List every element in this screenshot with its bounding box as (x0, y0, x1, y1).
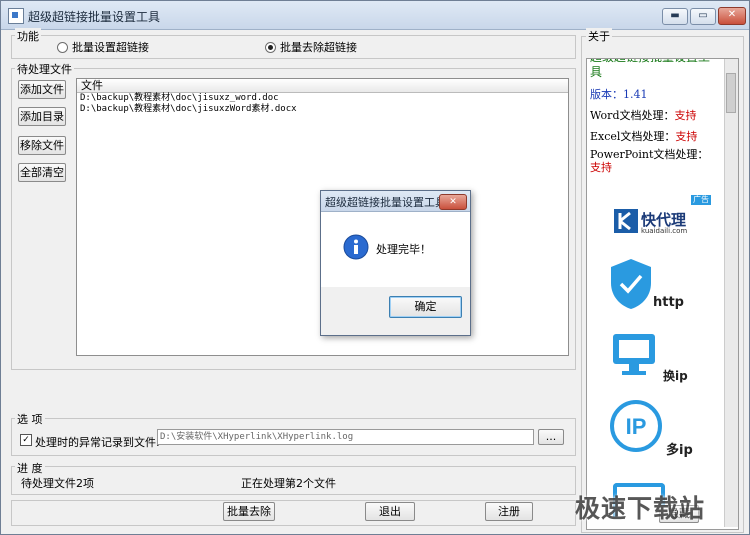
dialog-title-bar[interactable]: 超级超链接批量设置工具 ✕ (321, 191, 470, 212)
ip-circle-icon: IP (610, 400, 662, 452)
exit-button[interactable]: 退出 (365, 502, 415, 521)
main-window: 超级超链接批量设置工具 ▬ ▭ ✕ 功能 批量设置超链接 批量去除超链接 待处理… (0, 0, 750, 535)
excel-support-row: Excel文档处理：支持 (590, 128, 697, 144)
close-button[interactable]: ✕ (718, 7, 746, 25)
radio-set-hyperlink[interactable]: 批量设置超链接 (57, 39, 149, 55)
monitor-icon (613, 334, 655, 375)
add-file-button[interactable]: 添加文件 (18, 80, 66, 99)
remove-file-button[interactable]: 移除文件 (18, 136, 66, 155)
svg-text:IP: IP (626, 414, 647, 439)
excel-support-status: 支持 (675, 130, 698, 143)
dialog-body: 处理完毕！ (321, 212, 470, 287)
ppt-support-label: PowerPoint文档处理： (590, 148, 709, 161)
function-group-label: 功能 (15, 28, 41, 44)
maximize-button[interactable]: ▭ (690, 8, 716, 25)
progress-group-label: 进 度 (15, 460, 45, 476)
log-checkbox-label: 处理时的异常记录到文件: (35, 436, 160, 449)
version-value: 1.41 (623, 88, 648, 101)
completion-dialog: 超级超链接批量设置工具 ✕ 处理完毕！ 确定 (320, 190, 471, 336)
log-path-field[interactable]: D:\安装软件\XHyperlink\XHyperlink.log (157, 429, 534, 445)
about-app-name: 超级超链接批量设置工具 (590, 59, 710, 79)
version-label: 版本： (590, 88, 623, 101)
register-button[interactable]: 注册 (485, 502, 533, 521)
browse-button[interactable]: ... (538, 429, 564, 445)
about-scrollbar[interactable] (724, 59, 738, 527)
batch-remove-button[interactable]: 批量去除 (223, 502, 275, 521)
list-item[interactable]: D:\backup\教程素材\doc\jisuxz_word.doc (77, 93, 568, 104)
minimize-button[interactable]: ▬ (662, 8, 688, 25)
excel-support-label: Excel文档处理： (590, 130, 676, 143)
ppt-support-row: PowerPoint文档处理： 支持 (590, 148, 720, 174)
pending-files-label: 待处理文件 (15, 61, 74, 77)
shield-icon (611, 259, 651, 309)
title-bar[interactable]: 超级超链接批量设置工具 ▬ ▭ ✕ (1, 1, 749, 30)
watermark-text: 极速下载站 (575, 494, 706, 523)
about-panel: 超级超链接批量设置工具 版本：1.41 Word文档处理：支持 Excel文档处… (586, 58, 739, 530)
radio-dot-selected[interactable] (265, 41, 276, 53)
app-icon (8, 8, 24, 24)
kuaidaili-logo-icon (614, 209, 638, 233)
radio-set-hyperlink-label: 批量设置超链接 (72, 41, 149, 54)
ppt-support-status: 支持 (590, 161, 612, 174)
log-checkbox[interactable]: ✓ (20, 434, 32, 446)
ad-tag: 广告 (691, 195, 711, 205)
version-row: 版本：1.41 (590, 86, 648, 102)
ad-domain: kuaidaili.com (641, 227, 688, 235)
ad-label-multi-ip: 多ip (666, 443, 693, 458)
clear-all-button[interactable]: 全部清空 (18, 163, 66, 182)
ad-banner[interactable]: 广告 快代理 kuaidaili.com http 换ip IP 多ip (587, 187, 724, 529)
options-group-label: 选 项 (15, 411, 45, 427)
dialog-message: 处理完毕！ (376, 243, 431, 256)
radio-dot[interactable] (57, 41, 68, 53)
radio-remove-hyperlink[interactable]: 批量去除超链接 (265, 39, 357, 55)
radio-remove-hyperlink-label: 批量去除超链接 (280, 41, 357, 54)
word-support-status: 支持 (674, 109, 697, 122)
dialog-close-button[interactable]: ✕ (439, 194, 467, 210)
pending-count-text: 待处理文件2项 (21, 477, 94, 490)
about-group-label: 关于 (586, 28, 612, 44)
word-support-label: Word文档处理： (590, 109, 675, 122)
list-item[interactable]: D:\backup\教程素材\doc\jisuxzWord素材.docx (77, 104, 568, 115)
file-column-header[interactable]: 文件 (77, 79, 568, 93)
word-support-row: Word文档处理：支持 (590, 107, 696, 123)
dialog-ok-button[interactable]: 确定 (389, 296, 462, 318)
ad-label-http: http (653, 295, 684, 310)
info-icon (343, 234, 369, 260)
processing-status-text: 正在处理第2个文件 (241, 477, 336, 490)
window-title: 超级超链接批量设置工具 (28, 10, 161, 24)
dialog-title: 超级超链接批量设置工具 (325, 196, 446, 209)
scrollbar-thumb[interactable] (726, 73, 736, 113)
add-folder-button[interactable]: 添加目录 (18, 107, 66, 126)
ad-label-change-ip: 换ip (663, 369, 688, 383)
